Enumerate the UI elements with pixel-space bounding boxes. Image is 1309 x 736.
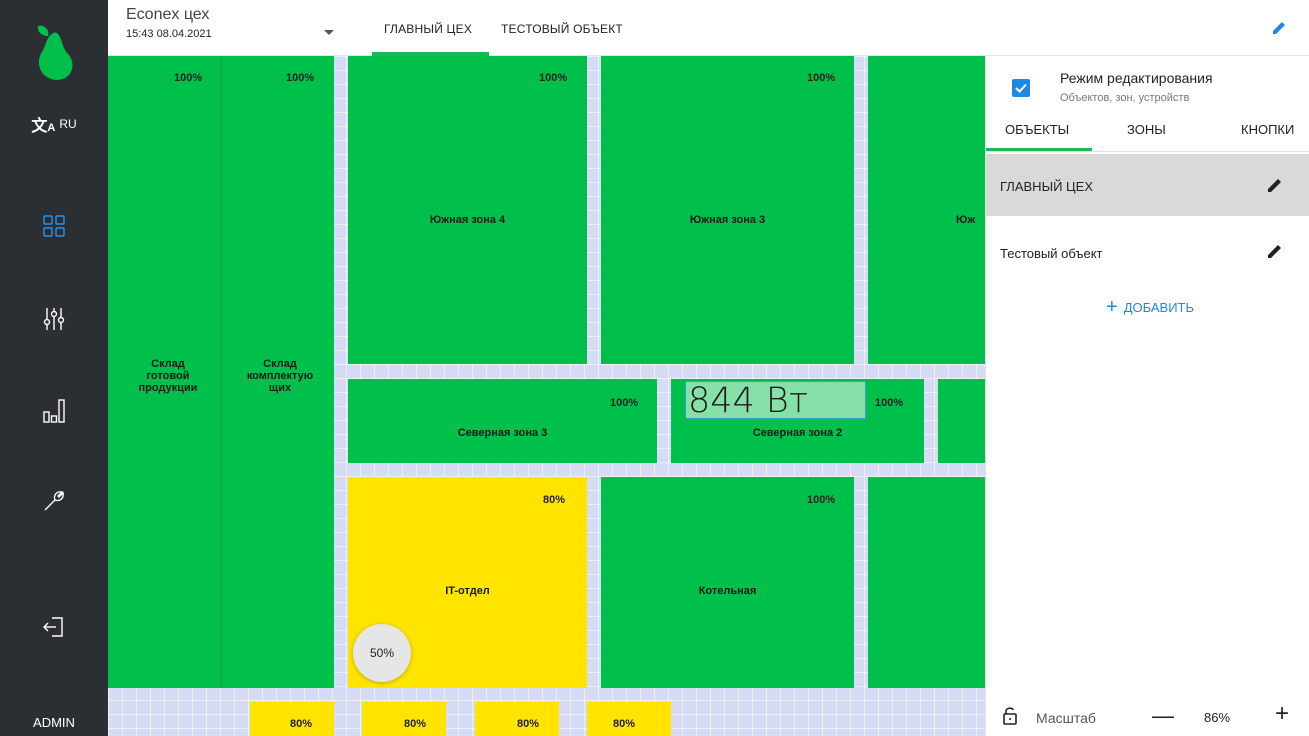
- zone-warehouse-finished[interactable]: 100% 100% Склад готовой продукции Склад …: [108, 56, 334, 688]
- user-label[interactable]: ADMIN: [0, 710, 108, 734]
- chevron-down-icon: [324, 30, 334, 35]
- edit-mode-checkbox[interactable]: [1012, 79, 1030, 97]
- pencil-icon[interactable]: [1266, 242, 1284, 265]
- zone-percent: 80%: [543, 494, 566, 506]
- object-label: Тестовый объект: [1000, 246, 1103, 261]
- tab-zones[interactable]: ЗОНЫ: [1127, 122, 1166, 137]
- tab-buttons[interactable]: КНОПКИ: [1241, 122, 1294, 137]
- percent-circle[interactable]: 50%: [353, 624, 411, 682]
- language-switcher[interactable]: 文A RU: [0, 112, 108, 136]
- tab-objects[interactable]: ОБЪЕКТЫ: [1005, 122, 1069, 137]
- tab-main-workshop[interactable]: ГЛАВНЫЙ ЦЕХ: [384, 22, 472, 36]
- object-row-test[interactable]: Тестовый объект: [986, 222, 1309, 284]
- plus-icon: +: [1106, 296, 1118, 318]
- zone-percent: 100%: [807, 72, 836, 84]
- zone-partial-right[interactable]: [868, 477, 985, 688]
- add-label: ДОБАВИТЬ: [1123, 299, 1195, 315]
- app-name: Econex цех: [126, 6, 210, 23]
- zone-percent: 80%: [517, 718, 540, 730]
- sidebar-item-statistics[interactable]: [0, 396, 108, 426]
- edit-icon[interactable]: [1271, 20, 1287, 41]
- zoom-label: Масштаб: [1036, 710, 1096, 726]
- app-selector[interactable]: Econex цех 15:43 08.04.2021: [126, 6, 334, 50]
- zone-percent: 100%: [539, 72, 568, 84]
- zone-bottom[interactable]: 80%: [475, 702, 559, 736]
- sidebar-item-logout[interactable]: [0, 612, 108, 642]
- zone-south-4[interactable]: 100% Южная зона 4: [348, 56, 587, 364]
- zone-percent: 100%: [286, 72, 315, 84]
- zone-bottom[interactable]: 80%: [250, 702, 334, 736]
- zone-percent: 80%: [290, 718, 313, 730]
- object-row-main[interactable]: ГЛАВНЫЙ ЦЕХ: [986, 154, 1309, 216]
- zone-name: Южная зона 4: [429, 214, 506, 226]
- object-label: ГЛАВНЫЙ ЦЕХ: [1000, 179, 1093, 194]
- zone-north-3[interactable]: 100% Северная зона 3: [348, 379, 657, 463]
- zoom-in-button[interactable]: +: [1275, 702, 1289, 726]
- edit-mode-title: Режим редактирования: [1060, 70, 1213, 86]
- sidebar: 文A RU ADMIN: [0, 0, 108, 736]
- tabs-divider: [986, 151, 1309, 152]
- zone-name: Южная зона 3: [689, 214, 766, 226]
- active-tab-indicator: [986, 148, 1092, 151]
- tab-test-object[interactable]: ТЕСТОВЫЙ ОБЪЕКТ: [501, 22, 623, 36]
- sidebar-item-dashboard[interactable]: [0, 212, 108, 240]
- app-datetime: 15:43 08.04.2021: [126, 28, 212, 40]
- zone-name: Северная зона 2: [752, 427, 843, 439]
- zone-name: Юж: [956, 214, 976, 226]
- zone-north-partial[interactable]: [938, 379, 985, 463]
- pencil-icon[interactable]: [1266, 176, 1284, 199]
- grid-icon: [43, 215, 65, 237]
- zoom-control: Масштаб — 86% +: [986, 696, 1309, 736]
- zone-percent: 80%: [613, 718, 636, 730]
- zone-bottom[interactable]: 80%: [362, 702, 446, 736]
- zone-name: Склад комплектую щих: [246, 358, 314, 394]
- edit-mode-toggle[interactable]: Режим редактирования Объектов, зон, устр…: [1004, 64, 1304, 108]
- power-reading[interactable]: 844 Вт: [685, 381, 866, 420]
- language-label: RU: [59, 117, 77, 131]
- zone-name: IT-отдел: [445, 585, 490, 597]
- zone-south-partial[interactable]: Юж: [868, 56, 985, 364]
- zone-divider: [221, 56, 222, 688]
- zone-name: Котельная: [698, 585, 757, 597]
- zone-percent: 100%: [875, 397, 904, 409]
- zone-percent: 80%: [404, 718, 427, 730]
- zone-name: Северная зона 3: [457, 427, 548, 439]
- wrench-icon: [44, 491, 64, 511]
- sidebar-item-tools[interactable]: [0, 486, 108, 516]
- zone-bottom[interactable]: 80%: [587, 702, 671, 736]
- edit-mode-subtitle: Объектов, зон, устройств: [1060, 92, 1190, 104]
- zone-south-3[interactable]: 100% Южная зона 3: [601, 56, 854, 364]
- zone-boiler-room[interactable]: 100% Котельная: [601, 477, 854, 688]
- translate-icon: 文A: [31, 118, 56, 135]
- objects-panel: Режим редактирования Объектов, зон, устр…: [985, 56, 1309, 736]
- sidebar-item-settings[interactable]: [0, 304, 108, 334]
- zone-percent: 100%: [610, 397, 639, 409]
- floor-map[interactable]: 100% 100% Склад готовой продукции Склад …: [108, 56, 985, 736]
- add-object-button[interactable]: + ДОБАВИТЬ: [1106, 296, 1195, 318]
- lock-icon[interactable]: [1002, 706, 1018, 731]
- top-bar: Econex цех 15:43 08.04.2021 ГЛАВНЫЙ ЦЕХ …: [108, 0, 1309, 56]
- pear-logo[interactable]: [0, 20, 108, 84]
- zoom-value: 86%: [1204, 710, 1231, 725]
- zone-percent: 100%: [174, 72, 203, 84]
- bar-chart-icon: [43, 399, 65, 423]
- sliders-icon: [43, 308, 65, 330]
- zone-percent: 100%: [807, 494, 836, 506]
- logout-icon: [43, 617, 63, 637]
- zone-name: Склад готовой продукции: [138, 358, 198, 394]
- zoom-out-button[interactable]: —: [1152, 704, 1174, 728]
